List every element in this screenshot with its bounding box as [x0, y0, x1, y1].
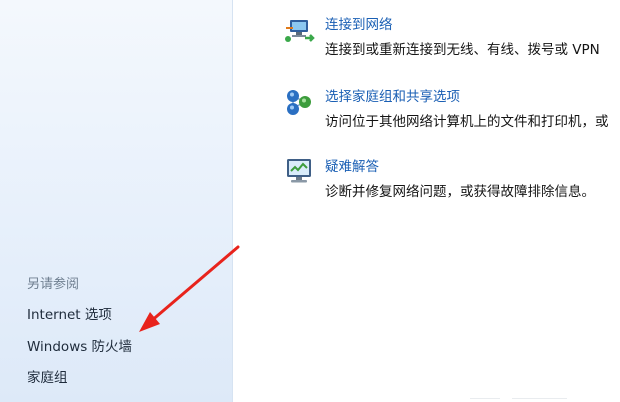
internet-options-link[interactable]: Internet 选项: [27, 303, 112, 323]
windows-firewall-link[interactable]: Windows 防火墙: [27, 335, 132, 355]
troubleshoot-icon: [283, 156, 315, 188]
connect-network-link[interactable]: 连接到网络: [325, 13, 393, 33]
homegroup-sharing-link[interactable]: 选择家庭组和共享选项: [325, 85, 460, 105]
network-connect-icon: [283, 14, 315, 46]
connect-network-description: 连接到或重新连接到无线、有线、拨号或 VPN: [325, 42, 600, 58]
sidebar: 另请参阅 Internet 选项 Windows 防火墙 家庭组: [0, 0, 233, 402]
homegroup-link[interactable]: 家庭组: [27, 366, 68, 386]
see-also-heading: 另请参阅: [27, 277, 80, 292]
faint-separator: [470, 398, 500, 399]
troubleshoot-link[interactable]: 疑难解答: [325, 155, 379, 175]
homegroup-icon: [283, 86, 315, 118]
faint-separator: [512, 398, 567, 399]
troubleshoot-description: 诊断并修复网络问题，或获得故障排除信息。: [325, 184, 595, 200]
homegroup-sharing-description: 访问位于其他网络计算机上的文件和打印机，或: [325, 114, 609, 130]
